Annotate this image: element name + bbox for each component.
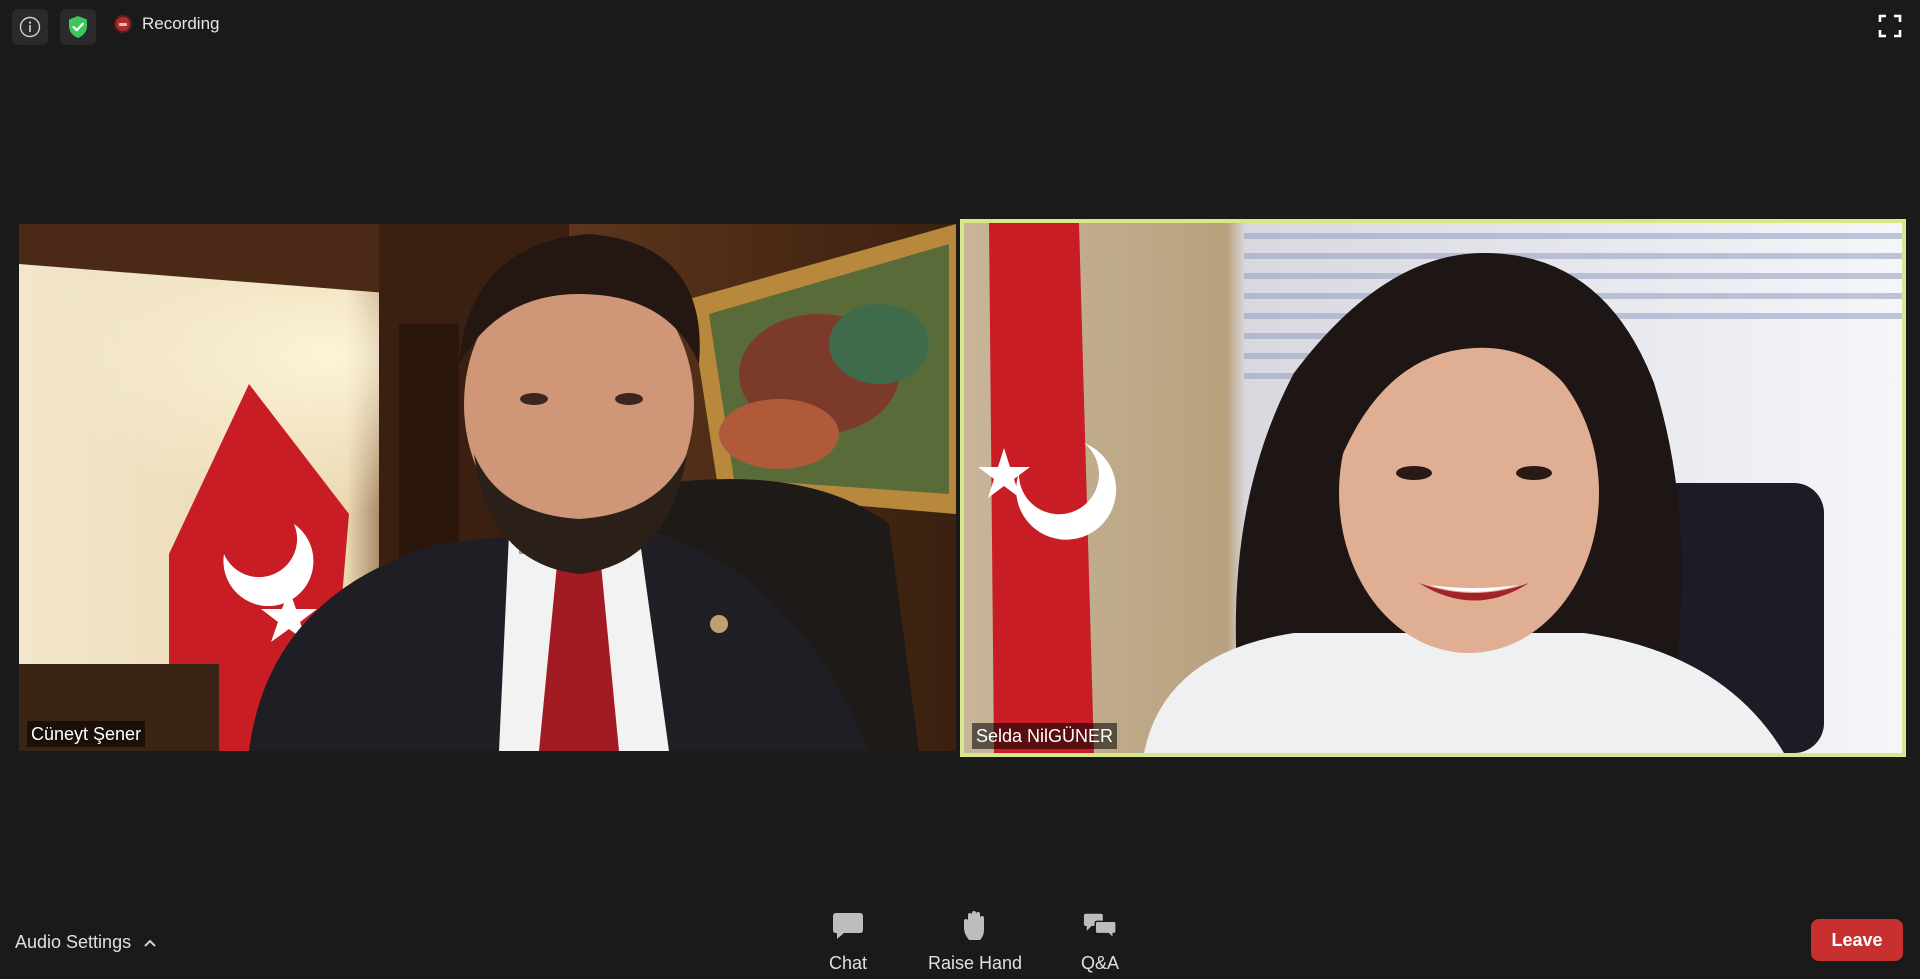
top-bar: Recording <box>0 0 1920 48</box>
fullscreen-icon <box>1878 14 1902 38</box>
qa-bubbles-icon <box>1083 913 1117 940</box>
recording-indicator[interactable]: Recording <box>114 12 220 36</box>
recording-label: Recording <box>142 14 220 33</box>
recording-dot-icon <box>114 15 132 33</box>
zoom-webinar-window: Recording Cüneyt Şener Selda NilGÜNER Au… <box>0 0 1920 979</box>
qa-label: Q&A <box>1080 953 1119 973</box>
participant-1-video <box>19 224 956 751</box>
security-button[interactable] <box>60 9 96 45</box>
bottom-control-bar: Audio Settings Chat Raise Hand Q&A Leave <box>0 900 1920 979</box>
participant-name-label: Cüneyt Şener <box>27 721 146 747</box>
participant-2-video <box>964 223 1902 753</box>
hand-icon <box>964 911 984 940</box>
video-tile-participant-2-active-speaker[interactable]: Selda NilGÜNER <box>960 219 1906 757</box>
chat-bubble-icon <box>833 913 863 939</box>
leave-button[interactable]: Leave <box>1811 919 1903 961</box>
raise-hand-button[interactable]: Raise Hand <box>925 910 1025 974</box>
video-tile-participant-1[interactable]: Cüneyt Şener <box>19 224 956 751</box>
participant-name-label: Selda NilGÜNER <box>972 723 1118 749</box>
fullscreen-button[interactable] <box>1876 12 1904 40</box>
chat-button[interactable]: Chat <box>824 910 872 974</box>
raise-hand-label: Raise Hand <box>927 953 1023 973</box>
chevron-up-icon <box>144 939 156 947</box>
qa-button[interactable]: Q&A <box>1075 910 1125 974</box>
meeting-info-button[interactable] <box>12 9 48 45</box>
shield-check-icon <box>69 16 87 38</box>
chat-label: Chat <box>828 953 868 973</box>
info-icon <box>19 16 41 38</box>
audio-settings-button[interactable]: Audio Settings <box>15 932 157 953</box>
audio-settings-label: Audio Settings <box>15 932 132 952</box>
